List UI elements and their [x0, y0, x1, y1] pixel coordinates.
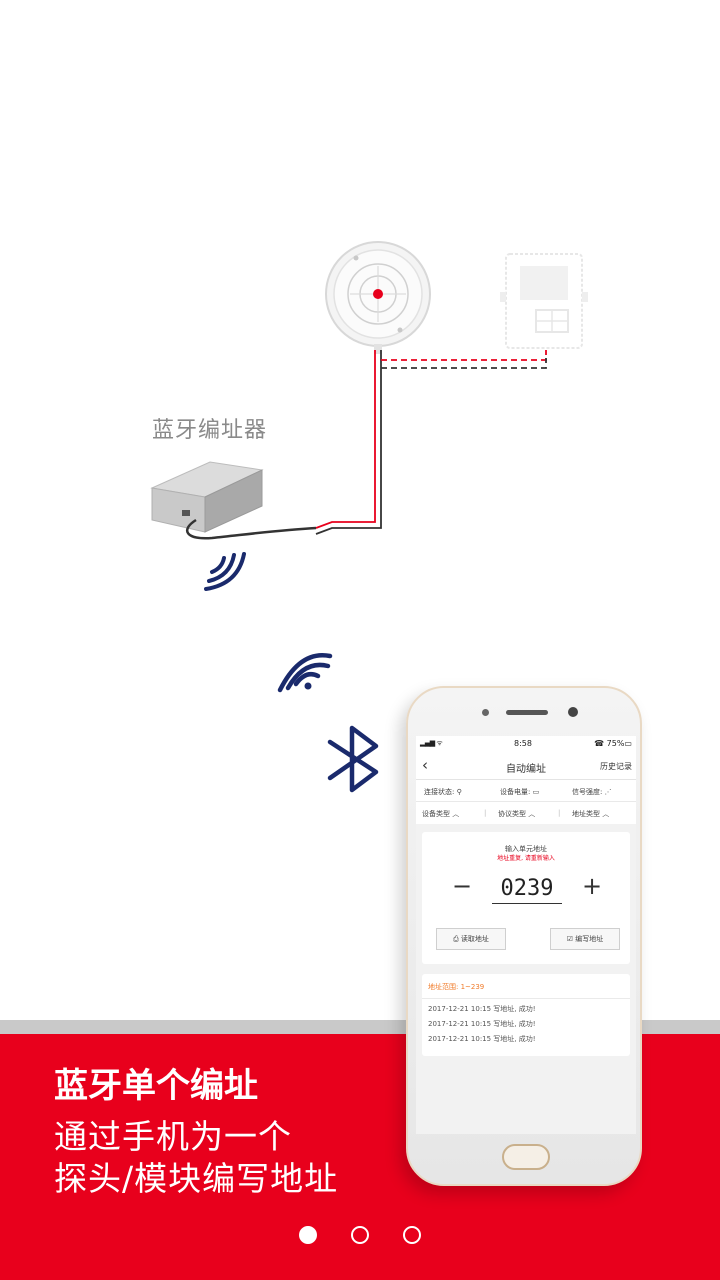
address-type-select[interactable]: 地址类型 ︿ [572, 809, 609, 819]
app-nav-bar: ‹ 自动编址 历史记录 [416, 752, 636, 780]
page-dot-3[interactable] [403, 1226, 421, 1244]
phone-screen: ▂▄▆ ᯤ 8:58 ☎ 75%▭ ‹ 自动编址 历史记录 连接状态: ⚲ 设备… [416, 736, 636, 1134]
input-warning: 地址重复, 请重新输入 [497, 855, 555, 862]
phone-mockup: ▂▄▆ ᯤ 8:58 ☎ 75%▭ ‹ 自动编址 历史记录 连接状态: ⚲ 设备… [406, 686, 642, 1186]
log-card: 地址范围: 1~239 2017-12-21 10:15 写地址, 成功! 20… [422, 974, 630, 1056]
module-image [500, 253, 588, 349]
status-bar: ▂▄▆ ᯤ 8:58 ☎ 75%▭ [416, 736, 636, 752]
wires [315, 350, 547, 535]
phone-camera [568, 707, 578, 717]
page-indicator [0, 1226, 720, 1246]
feature-description-line-2: 探头/模块编写地址 [54, 1159, 339, 1198]
device-type-select[interactable]: 设备类型 ︿ [422, 809, 459, 819]
write-address-button[interactable]: ☑ 编写地址 [550, 928, 620, 950]
bluetooth-icon [327, 725, 379, 793]
encoder-device-image [150, 461, 317, 540]
page-dot-1[interactable] [299, 1226, 317, 1244]
address-value[interactable]: 0239 [492, 876, 562, 904]
page-dot-2[interactable] [351, 1226, 369, 1244]
log-entry: 2017-12-21 10:15 写地址, 成功! [428, 1035, 536, 1043]
address-range: 地址范围: 1~239 [428, 983, 485, 991]
feature-title: 蓝牙单个编址 [54, 1066, 258, 1106]
log-entry: 2017-12-21 10:15 写地址, 成功! [428, 1020, 536, 1028]
selector-divider: | [558, 809, 561, 817]
protocol-type-select[interactable]: 协议类型 ︿ [498, 809, 535, 819]
history-link[interactable]: 历史记录 [600, 761, 632, 772]
feature-description-line-1: 通过手机为一个 [54, 1117, 292, 1156]
signal-strength: 信号强度: ⋰ [572, 788, 612, 796]
phone-speaker [506, 710, 548, 715]
battery-status: ☎ 75%▭ [594, 739, 632, 748]
smoke-detector-image [325, 241, 431, 354]
connection-status: 连接状态: ⚲ [424, 788, 462, 796]
wifi-wave-icon [277, 652, 333, 693]
selector-divider: | [484, 809, 487, 817]
address-input-card: 输入单元地址 地址重复, 请重新输入 − 0239 + ⎙ 读取地址 ☑ 编写地… [422, 832, 630, 964]
device-info-row: 连接状态: ⚲ 设备电量: ▭ 信号强度: ⋰ [416, 780, 636, 802]
log-divider [422, 998, 630, 999]
onboarding-page: 蓝牙编址器 蓝牙单个编址 通过手机为一个 探头/模块编写地址 ▂▄▆ ᯤ 8:5… [0, 0, 720, 1280]
signal-status: ▂▄▆ ᯤ [420, 739, 443, 747]
log-entry: 2017-12-21 10:15 写地址, 成功! [428, 1005, 536, 1013]
read-address-button[interactable]: ⎙ 读取地址 [436, 928, 506, 950]
encoder-label: 蓝牙编址器 [152, 418, 268, 443]
phone-home-button [502, 1144, 550, 1170]
increment-button[interactable]: + [582, 872, 602, 900]
decrement-button[interactable]: − [452, 872, 472, 900]
phone-sensor [482, 709, 489, 716]
device-battery: 设备电量: ▭ [500, 788, 540, 796]
signal-waves-icon [204, 552, 246, 591]
status-time: 8:58 [514, 739, 532, 748]
selector-row: 设备类型 ︿ | 协议类型 ︿ | 地址类型 ︿ [416, 802, 636, 824]
